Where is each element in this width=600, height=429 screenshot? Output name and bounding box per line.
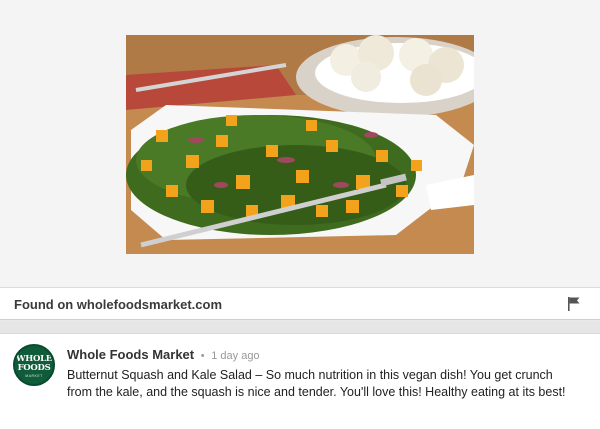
avatar[interactable]: WHOLE FOODS MARKET bbox=[13, 344, 55, 386]
separator-dot: • bbox=[200, 350, 205, 362]
source-link[interactable]: Found on wholefoodsmarket.com bbox=[14, 297, 222, 312]
pin-image[interactable] bbox=[126, 35, 474, 254]
source-bar[interactable]: Found on wholefoodsmarket.com bbox=[0, 287, 600, 320]
section-gap bbox=[0, 321, 600, 333]
flag-icon[interactable] bbox=[568, 297, 580, 311]
comment-card: WHOLE FOODS MARKET Whole Foods Market • … bbox=[0, 333, 600, 429]
author-name[interactable]: Whole Foods Market bbox=[67, 347, 194, 362]
pin-card: Found on wholefoodsmarket.com bbox=[0, 0, 600, 320]
avatar-logo-sub: MARKET bbox=[25, 374, 43, 378]
comment-text: Butternut Squash and Kale Salad – So muc… bbox=[67, 368, 566, 399]
salad-photo bbox=[126, 35, 474, 254]
timestamp: 1 day ago bbox=[211, 350, 260, 362]
comment-header: Whole Foods Market • 1 day ago bbox=[67, 347, 260, 362]
avatar-logo: WHOLE FOODS bbox=[16, 354, 52, 373]
